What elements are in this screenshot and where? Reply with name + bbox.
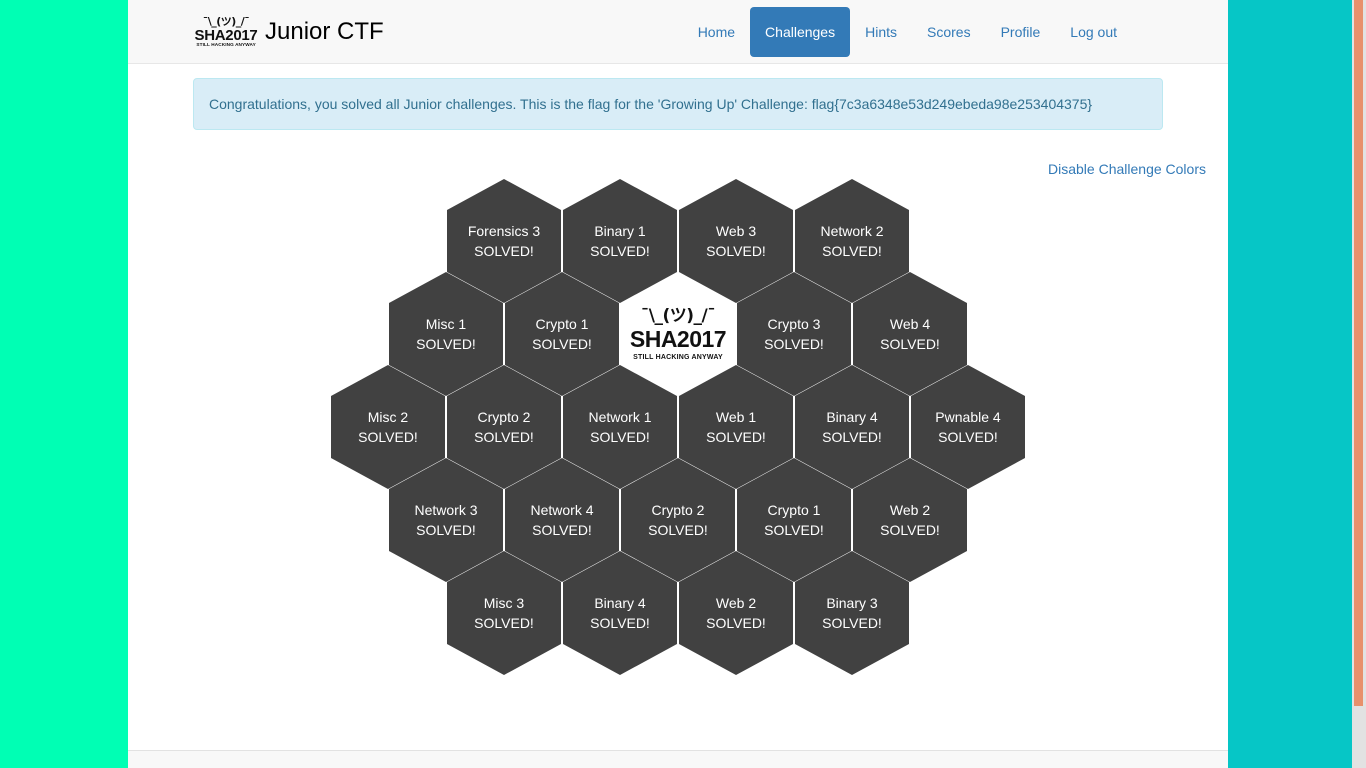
sha2017-logo-icon: ¯\_(ツ)_/¯ SHA2017 STILL HACKING ANYWAY: [629, 305, 727, 361]
nav-links: Home Challenges Hints Scores Profile Log…: [683, 6, 1132, 57]
challenge-hex[interactable]: Misc 3 SOLVED!: [447, 551, 561, 675]
nav-item-logout[interactable]: Log out: [1055, 7, 1132, 57]
challenge-name: Misc 2: [367, 409, 409, 425]
challenge-status: SOLVED!: [880, 522, 940, 538]
challenge-status: SOLVED!: [938, 429, 998, 445]
challenge-name: Network 3: [414, 502, 478, 518]
nav-item-scores[interactable]: Scores: [912, 7, 986, 57]
challenge-name: Misc 3: [483, 595, 525, 611]
main-content: Congratulations, you solved all Junior c…: [128, 64, 1228, 751]
center-logo-tagline: STILL HACKING ANYWAY: [633, 353, 723, 361]
nav-item-challenges[interactable]: Challenges: [750, 6, 851, 57]
navbar: ¯\_(ツ)_/¯ SHA2017 STILL HACKING ANYWAY J…: [128, 0, 1228, 64]
challenge-name: Crypto 1: [767, 502, 821, 518]
challenge-status: SOLVED!: [532, 336, 592, 352]
challenge-status: SOLVED!: [706, 615, 766, 631]
challenge-status: SOLVED!: [880, 336, 940, 352]
challenge-name: Web 1: [715, 409, 757, 425]
challenge-status: SOLVED!: [822, 429, 882, 445]
challenge-status: SOLVED!: [590, 243, 650, 259]
challenge-status: SOLVED!: [474, 243, 534, 259]
challenge-status: SOLVED!: [764, 336, 824, 352]
challenge-status: SOLVED!: [822, 615, 882, 631]
challenge-hex[interactable]: Binary 4 SOLVED!: [563, 551, 677, 675]
page-title: Junior CTF: [265, 17, 384, 45]
challenge-status: SOLVED!: [358, 429, 418, 445]
nav-item-hints[interactable]: Hints: [850, 7, 912, 57]
challenge-name: Misc 1: [425, 316, 467, 332]
challenge-name: Web 2: [715, 595, 757, 611]
challenge-name: Binary 1: [594, 223, 646, 239]
challenge-name: Network 4: [530, 502, 594, 518]
challenge-status: SOLVED!: [474, 429, 534, 445]
challenge-status: SOLVED!: [822, 243, 882, 259]
challenge-hex[interactable]: Binary 3 SOLVED!: [795, 551, 909, 675]
challenge-name: Web 2: [889, 502, 931, 518]
challenge-name: Binary 4: [594, 595, 646, 611]
challenge-status: SOLVED!: [648, 522, 708, 538]
challenge-name: Crypto 1: [535, 316, 589, 332]
challenge-status: SOLVED!: [532, 522, 592, 538]
challenge-status: SOLVED!: [706, 429, 766, 445]
challenge-hex-grid: Forensics 3 SOLVED! Binary 1 SOLVED! Web 3 SO…: [128, 179, 1228, 675]
challenge-status: SOLVED!: [416, 522, 476, 538]
browser-page: ¯\_(ツ)_/¯ SHA2017 STILL HACKING ANYWAY J…: [128, 0, 1228, 768]
vertical-scrollbar[interactable]: [1352, 0, 1366, 768]
brand-logo-name: SHA2017: [194, 26, 258, 44]
challenge-status: SOLVED!: [590, 429, 650, 445]
brand-link[interactable]: ¯\_(ツ)_/¯ SHA2017 STILL HACKING ANYWAY J…: [193, 14, 384, 50]
brand-logo-tagline: STILL HACKING ANYWAY: [196, 41, 256, 47]
challenge-name: Web 3: [715, 223, 757, 239]
shrug-glyph: ¯\_(ツ)_/¯: [202, 15, 250, 28]
colors-toggle-row: Disable Challenge Colors: [1048, 161, 1206, 179]
nav-item-profile[interactable]: Profile: [986, 7, 1056, 57]
sha2017-logo-icon: ¯\_(ツ)_/¯ SHA2017 STILL HACKING ANYWAY: [193, 14, 259, 50]
challenge-name: Network 1: [588, 409, 652, 425]
challenge-name: Crypto 3: [767, 316, 821, 332]
challenge-status: SOLVED!: [706, 243, 766, 259]
background-band-right: [1228, 0, 1352, 768]
center-logo-name: SHA2017: [629, 325, 727, 352]
scrollbar-thumb[interactable]: [1354, 0, 1363, 706]
challenge-name: Crypto 2: [477, 409, 531, 425]
congratulations-alert: Congratulations, you solved all Junior c…: [193, 78, 1163, 130]
challenge-name: Binary 4: [826, 409, 878, 425]
challenge-name: Network 2: [820, 223, 884, 239]
footer: [128, 750, 1228, 768]
challenge-name: Forensics 3: [467, 223, 541, 239]
disable-challenge-colors-link[interactable]: Disable Challenge Colors: [1048, 161, 1206, 177]
challenge-status: SOLVED!: [590, 615, 650, 631]
challenge-name: Crypto 2: [651, 502, 705, 518]
challenge-name: Pwnable 4: [935, 409, 1001, 425]
hex-row: Misc 3 SOLVED! Binary 4 SOLVED! Web 2 SOLVED!…: [128, 551, 1228, 675]
challenge-hex[interactable]: Web 2 SOLVED!: [679, 551, 793, 675]
challenge-status: SOLVED!: [764, 522, 824, 538]
shrug-glyph: ¯\_(ツ)_/¯: [640, 305, 716, 326]
challenge-status: SOLVED!: [474, 615, 534, 631]
challenge-status: SOLVED!: [416, 336, 476, 352]
nav-item-home[interactable]: Home: [683, 7, 750, 57]
challenge-name: Binary 3: [826, 595, 878, 611]
challenge-name: Web 4: [889, 316, 931, 332]
